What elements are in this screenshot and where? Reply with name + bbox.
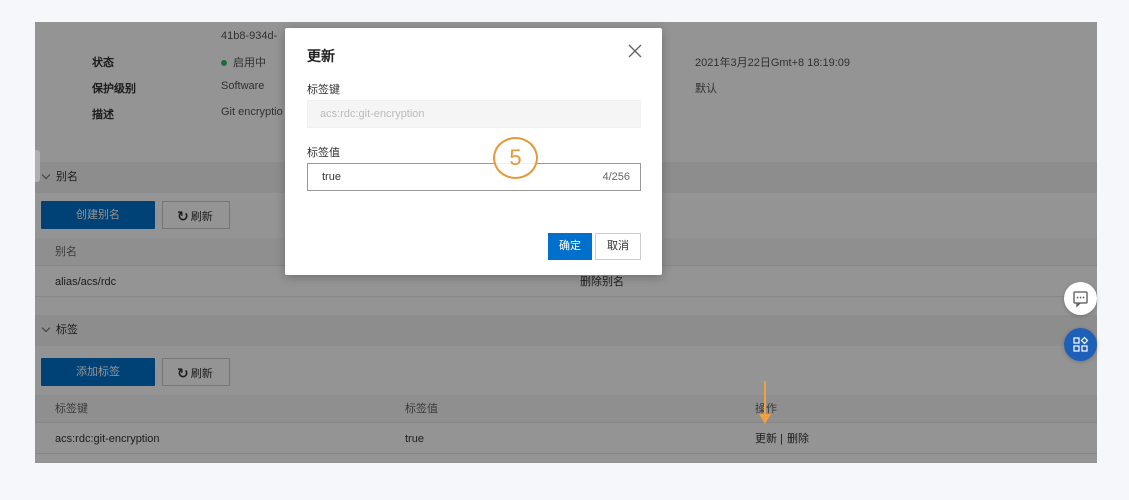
dialog-title: 更新 bbox=[307, 48, 335, 64]
tag-value-input[interactable]: true 4/256 bbox=[307, 163, 641, 191]
confirm-button[interactable]: 确定 bbox=[548, 233, 592, 260]
side-collapse-tab[interactable] bbox=[35, 150, 40, 182]
cancel-button[interactable]: 取消 bbox=[595, 233, 641, 260]
tag-key-label: 标签键 bbox=[307, 84, 340, 96]
pointer-arrow-icon bbox=[759, 414, 771, 424]
update-tag-dialog: 更新 标签键 acs:rdc:git-encryption 标签值 true 4… bbox=[285, 28, 662, 275]
step-number-badge: 5 bbox=[493, 137, 538, 179]
char-counter: 4/256 bbox=[602, 171, 630, 183]
chat-icon[interactable] bbox=[1064, 282, 1097, 315]
close-icon[interactable] bbox=[626, 42, 644, 60]
tag-key-field: acs:rdc:git-encryption bbox=[307, 100, 641, 128]
apps-icon[interactable] bbox=[1064, 328, 1097, 361]
tag-value-text: true bbox=[322, 171, 341, 183]
pointer-arrow-shaft bbox=[764, 381, 766, 417]
tag-value-label: 标签值 bbox=[307, 147, 340, 159]
